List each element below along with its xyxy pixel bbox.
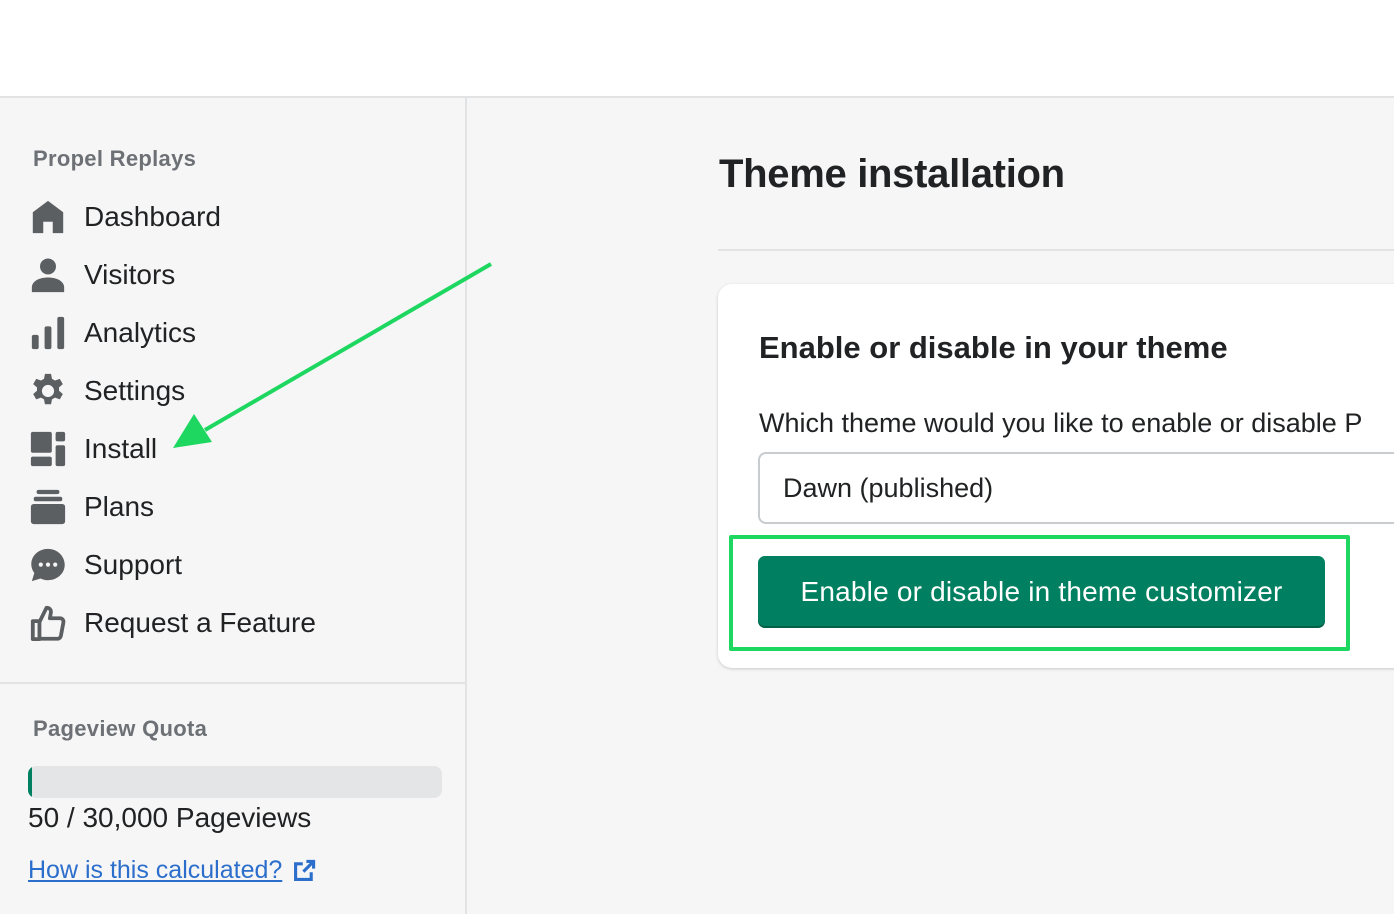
thumbs-up-icon <box>28 603 68 643</box>
top-bar <box>0 0 1394 98</box>
page-title: Theme installation <box>719 152 1065 196</box>
quota-progress-fill <box>28 766 33 798</box>
bar-chart-icon <box>28 313 68 353</box>
quota-usage-text: 50 / 30,000 Pageviews <box>28 802 312 833</box>
gear-icon <box>28 371 68 411</box>
sidebar-item-label: Analytics <box>84 317 197 348</box>
chat-icon <box>28 545 68 585</box>
sidebar-item-label: Dashboard <box>84 201 221 232</box>
sidebar-item-request-feature[interactable]: Request a Feature <box>28 598 316 648</box>
home-icon <box>28 197 68 237</box>
sidebar-item-install[interactable]: Install <box>28 424 157 474</box>
sidebar-item-analytics[interactable]: Analytics <box>28 308 196 358</box>
title-divider <box>718 249 1394 251</box>
sidebar-item-label: Request a Feature <box>84 607 316 638</box>
sidebar: Propel Replays Dashboard Visitors Analyt… <box>0 98 467 914</box>
stack-icon <box>28 487 68 527</box>
sidebar-item-plans[interactable]: Plans <box>28 482 154 532</box>
external-link-icon <box>294 859 316 881</box>
sidebar-item-settings[interactable]: Settings <box>28 366 185 416</box>
card-title: Enable or disable in your theme <box>759 330 1228 365</box>
blocks-icon <box>28 429 68 469</box>
sidebar-item-label: Support <box>84 549 183 580</box>
sidebar-item-support[interactable]: Support <box>28 540 182 590</box>
person-icon <box>28 255 68 295</box>
theme-select-label: Which theme would you like to enable or … <box>759 408 1363 438</box>
sidebar-item-label: Install <box>84 433 158 464</box>
sidebar-divider <box>0 682 466 684</box>
sidebar-item-label: Settings <box>84 375 186 406</box>
sidebar-item-visitors[interactable]: Visitors <box>28 250 175 300</box>
app-name-heading: Propel Replays <box>33 146 197 171</box>
enable-theme-customizer-button[interactable]: Enable or disable in theme customizer <box>758 556 1325 628</box>
sidebar-item-dashboard[interactable]: Dashboard <box>28 192 221 242</box>
quota-heading: Pageview Quota <box>33 716 208 741</box>
quota-progress-bar <box>28 766 442 798</box>
quota-help-link[interactable]: How is this calculated? <box>28 856 316 885</box>
quota-help-link-label: How is this calculated? <box>28 856 283 884</box>
theme-select[interactable]: Dawn (published) <box>758 452 1394 524</box>
sidebar-item-label: Plans <box>84 491 155 522</box>
sidebar-item-label: Visitors <box>84 259 176 290</box>
